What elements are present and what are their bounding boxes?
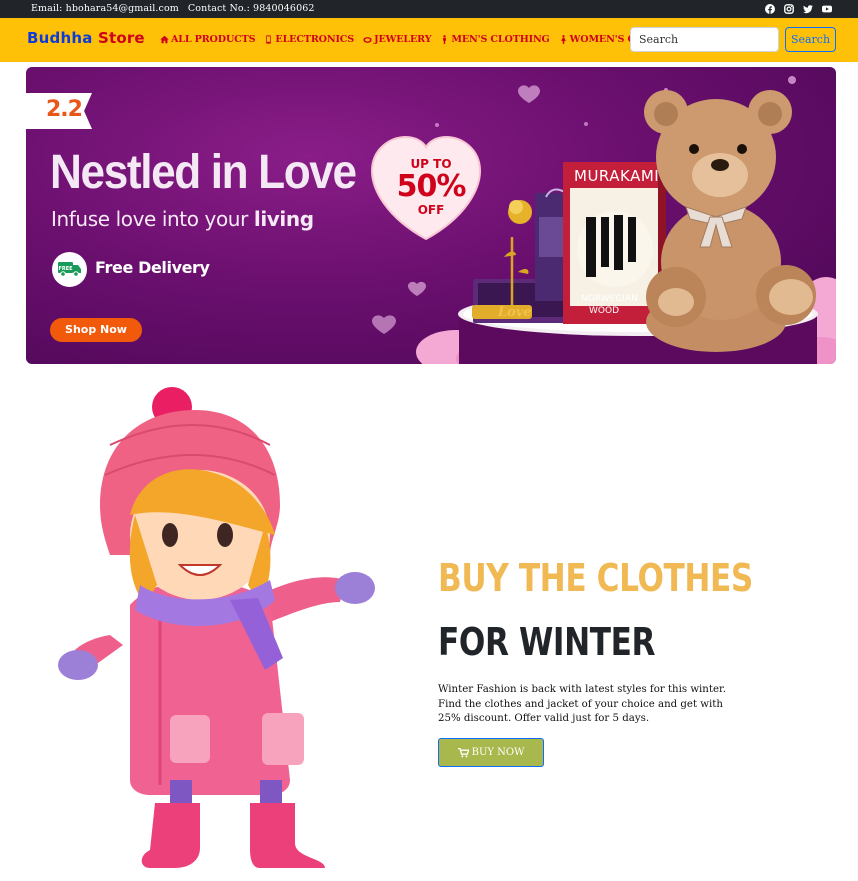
shop-now-button[interactable]: Shop Now [50,318,142,342]
book-title: MURAKAMI [574,167,660,185]
banner-headline: Nestled in Love [50,146,357,199]
search-input[interactable] [630,27,779,52]
book-subtitle-line-1: NORWEGIAN [581,294,638,304]
banner-subline-bold: living [253,207,314,231]
book-subtitle: NORWEGIAN WOOD [581,293,638,317]
sale-tag-text: 2.2 [46,97,83,122]
nav-label: JEWELERY [374,34,432,45]
offer-line-3: OFF [417,203,445,217]
top-info-bar: Email: hbohara54@gmail.com Contact No.: 9… [0,0,858,18]
brand-logo[interactable]: Budhha Store [27,29,145,47]
hero-title-line-1: BUY THE CLOTHES [438,556,753,600]
hero-title-line-2: FOR WINTER [438,620,656,664]
youtube-icon[interactable] [822,4,832,14]
twitter-icon[interactable] [803,4,813,14]
sale-tag: 2.2 [26,93,92,129]
buy-now-button[interactable]: BUY NOW [438,738,544,767]
nav-mens-clothing[interactable]: MEN'S CLOTHING [440,34,550,45]
promo-banner[interactable]: 2.2 Nestled in Love Infuse love into you… [26,67,836,364]
social-links [765,4,832,14]
cart-icon [457,747,469,757]
truck-icon: FREE [58,262,81,277]
hero-description: Winter Fashion is back with latest style… [438,684,726,724]
nav-label: ELECTRONICS [275,34,355,45]
ring-icon [363,37,372,43]
phone-text: Contact No.: 9840046062 [187,3,315,14]
buy-now-label: BUY NOW [471,747,525,758]
mobile-icon [266,35,272,44]
banner-subline-text: Infuse love into your [51,207,254,231]
banner-subline: Infuse love into your living [51,207,314,231]
winter-girl-illustration [58,387,375,868]
nav-label: ALL PRODUCTS [171,34,256,45]
contact-info: Email: hbohara54@gmail.com Contact No.: 9… [31,3,315,14]
free-delivery-text: Free Delivery [95,258,210,277]
instagram-icon[interactable] [784,4,794,14]
nav-jewelery[interactable]: JEWELERY [363,34,432,45]
home-icon [160,35,169,44]
nav-electronics[interactable]: ELECTRONICS [264,34,354,45]
nav-label: MEN'S CLOTHING [451,34,550,45]
brand-name-first: Budhha [27,29,98,47]
book-subtitle-line-2: WOOD [589,306,619,316]
offer-badge: UP TO 50% OFF [381,157,481,217]
brand-name-second: Store [97,29,145,47]
offer-percent: 50% [396,169,467,204]
male-icon [443,35,447,44]
female-icon [560,35,566,44]
gift-love-text: Love [498,305,532,320]
facebook-icon[interactable] [765,4,775,14]
search-button[interactable]: Search [785,27,836,52]
nav-all-products[interactable]: ALL PRODUCTS [160,34,256,45]
truck-badge-text: FREE [58,266,73,272]
main-navbar: Budhha Store ALL PRODUCTS ELECTRONICS JE… [0,18,858,62]
delivery-truck-icon: FREE [52,252,87,287]
email-text: Email: hbohara54@gmail.com [31,3,179,14]
category-nav: ALL PRODUCTS ELECTRONICS JEWELERY MEN'S … [160,34,687,45]
